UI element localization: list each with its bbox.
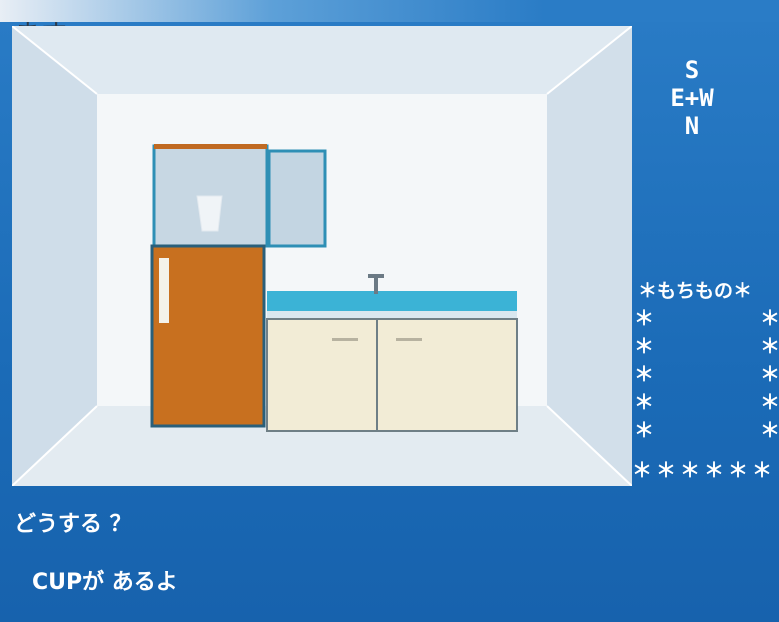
- counter-top: [267, 291, 517, 311]
- compass-middle: E+W: [670, 84, 714, 112]
- compass: S E+W N: [652, 56, 732, 140]
- compass-top: S: [684, 56, 700, 84]
- lower-cabinet: [266, 318, 518, 432]
- top-strip: [0, 0, 779, 22]
- inventory-border-star: ＊: [760, 390, 779, 414]
- prompt-text: どうする ？: [14, 512, 132, 537]
- room-viewport: [12, 26, 632, 486]
- counter-edge: [267, 311, 517, 319]
- upper-cabinet-right: [267, 149, 327, 248]
- result-text: CUPが あるよ: [32, 570, 178, 595]
- inventory-border-star: ＊: [760, 418, 779, 442]
- cabinet-handle-left: [332, 338, 358, 341]
- faucet-icon: [374, 276, 378, 294]
- inventory-panel: ＊もちもの＊ ＊ ＊ ＊ ＊ ＊ ＊ ＊ ＊ ＊ ＊ ＊＊＊＊＊＊: [630, 274, 779, 482]
- ceiling: [12, 26, 632, 94]
- cabinet-handle-right: [396, 338, 422, 341]
- inventory-bottom-border: ＊＊＊＊＊＊: [632, 458, 776, 482]
- fridge-handle: [159, 258, 169, 323]
- inventory-border-star: ＊: [634, 306, 654, 330]
- inventory-border-star: ＊: [634, 390, 654, 414]
- inventory-border-star: ＊: [634, 334, 654, 358]
- inventory-border-star: ＊: [760, 334, 779, 358]
- upper-cabinet-trim: [154, 144, 267, 149]
- game-screen: ます。: [0, 0, 779, 622]
- inventory-border-star: ＊: [760, 362, 779, 386]
- inventory-border-star: ＊: [634, 362, 654, 386]
- cup-icon: [196, 195, 223, 232]
- compass-bottom: N: [684, 112, 700, 140]
- inventory-border-star: ＊: [634, 418, 654, 442]
- kitchen-scene: [12, 26, 632, 486]
- inventory-title: ＊もちもの＊: [638, 280, 753, 302]
- inventory-border-star: ＊: [760, 306, 779, 330]
